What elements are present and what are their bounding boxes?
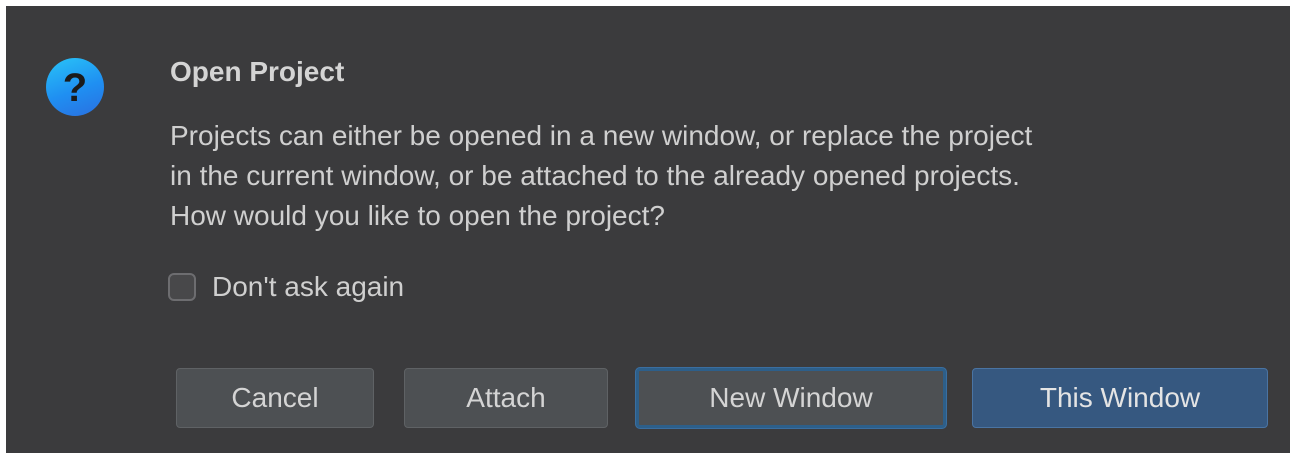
dialog-title: Open Project <box>170 56 345 87</box>
new-window-button[interactable]: New Window <box>636 368 946 428</box>
this-window-button[interactable]: This Window <box>972 368 1268 428</box>
dont-ask-again-row[interactable]: Don't ask again <box>168 269 404 305</box>
message-line: in the current window, or be attached to… <box>170 160 1020 191</box>
dont-ask-again-label[interactable]: Don't ask again <box>212 271 404 303</box>
cancel-button[interactable]: Cancel <box>176 368 374 428</box>
question-icon: ? <box>46 58 104 116</box>
open-project-dialog: ? Open Project Projects can either be op… <box>6 6 1290 453</box>
message-line: Projects can either be opened in a new w… <box>170 120 1033 151</box>
svg-text:?: ? <box>63 66 87 110</box>
message-line: How would you like to open the project? <box>170 200 665 231</box>
attach-button[interactable]: Attach <box>404 368 608 428</box>
dont-ask-again-checkbox[interactable] <box>168 273 196 301</box>
dialog-message: Projects can either be opened in a new w… <box>170 116 1270 236</box>
